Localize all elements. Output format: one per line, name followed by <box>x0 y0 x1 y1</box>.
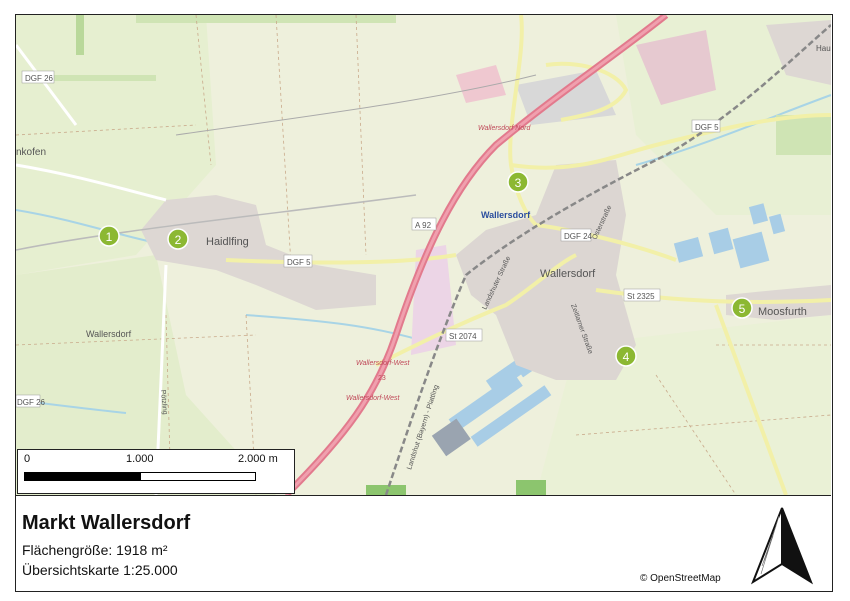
scale-label-1000: 1.000 <box>126 453 154 465</box>
scale-bar: 0 1.000 2.000 m <box>17 449 295 494</box>
map-legend: Markt Wallersdorf Flächengröße: 1918 m² … <box>16 495 831 591</box>
scale-segment-black <box>24 472 142 481</box>
svg-text:3: 3 <box>515 176 522 190</box>
road-label: DGF 5 <box>287 258 311 267</box>
junction-label: Wallersdorf-West <box>356 360 410 367</box>
road-label: DGF 24 <box>564 232 593 241</box>
area-text: Flächengröße: 1918 m² <box>22 542 168 558</box>
site-marker[interactable]: 4 <box>615 345 637 367</box>
place-label: Haum <box>816 44 831 53</box>
map-canvas: DGF 26 DGF 26 DGF 5 DGF 5 DGF 24 St 2325… <box>16 15 831 495</box>
svg-text:1: 1 <box>106 230 113 244</box>
scale-label-0: 0 <box>24 453 31 465</box>
forest-patch <box>516 480 546 495</box>
map-frame: DGF 26 DGF 26 DGF 5 DGF 5 DGF 24 St 2325… <box>15 14 833 592</box>
place-label: Haidlfing <box>206 236 249 248</box>
north-arrow-icon <box>750 507 814 585</box>
map-view[interactable]: DGF 26 DGF 26 DGF 5 DGF 5 DGF 24 St 2325… <box>16 15 831 495</box>
hedge <box>76 15 84 55</box>
junction-label: Wallersdorf-West <box>346 395 400 402</box>
road-label: DGF 5 <box>695 123 719 132</box>
place-label: nkofen <box>16 147 46 158</box>
site-marker[interactable]: 1 <box>98 225 120 247</box>
place-label: Wallersdorf <box>481 210 531 220</box>
svg-text:2: 2 <box>175 233 182 247</box>
scale-label-2000: 2.000 m <box>238 453 278 465</box>
junction-label: Wallersdorf Nord <box>478 125 531 132</box>
place-label: Wallersdorf <box>86 329 132 339</box>
road-label: DGF 26 <box>17 398 46 407</box>
site-marker[interactable]: 5 <box>731 297 753 319</box>
place-label: Moosfurth <box>758 306 807 318</box>
hedge <box>136 15 396 23</box>
site-marker[interactable]: 2 <box>167 228 189 250</box>
road-label: DGF 26 <box>25 74 54 83</box>
svg-text:4: 4 <box>623 350 630 364</box>
overview-scale-text: Übersichtskarte 1:25.000 <box>22 562 178 578</box>
place-label: Wallersdorf <box>540 268 596 280</box>
svg-text:5: 5 <box>739 302 746 316</box>
site-marker[interactable]: 3 <box>507 171 529 193</box>
road-label: St 2325 <box>627 292 655 301</box>
road-label: A 92 <box>415 221 432 230</box>
attribution-text: © OpenStreetMap <box>640 573 721 584</box>
junction-label: 23 <box>378 375 386 382</box>
road-label: St 2074 <box>449 332 477 341</box>
map-title: Markt Wallersdorf <box>22 512 191 534</box>
scale-segment-white <box>140 472 256 481</box>
forest-patch <box>776 115 831 155</box>
